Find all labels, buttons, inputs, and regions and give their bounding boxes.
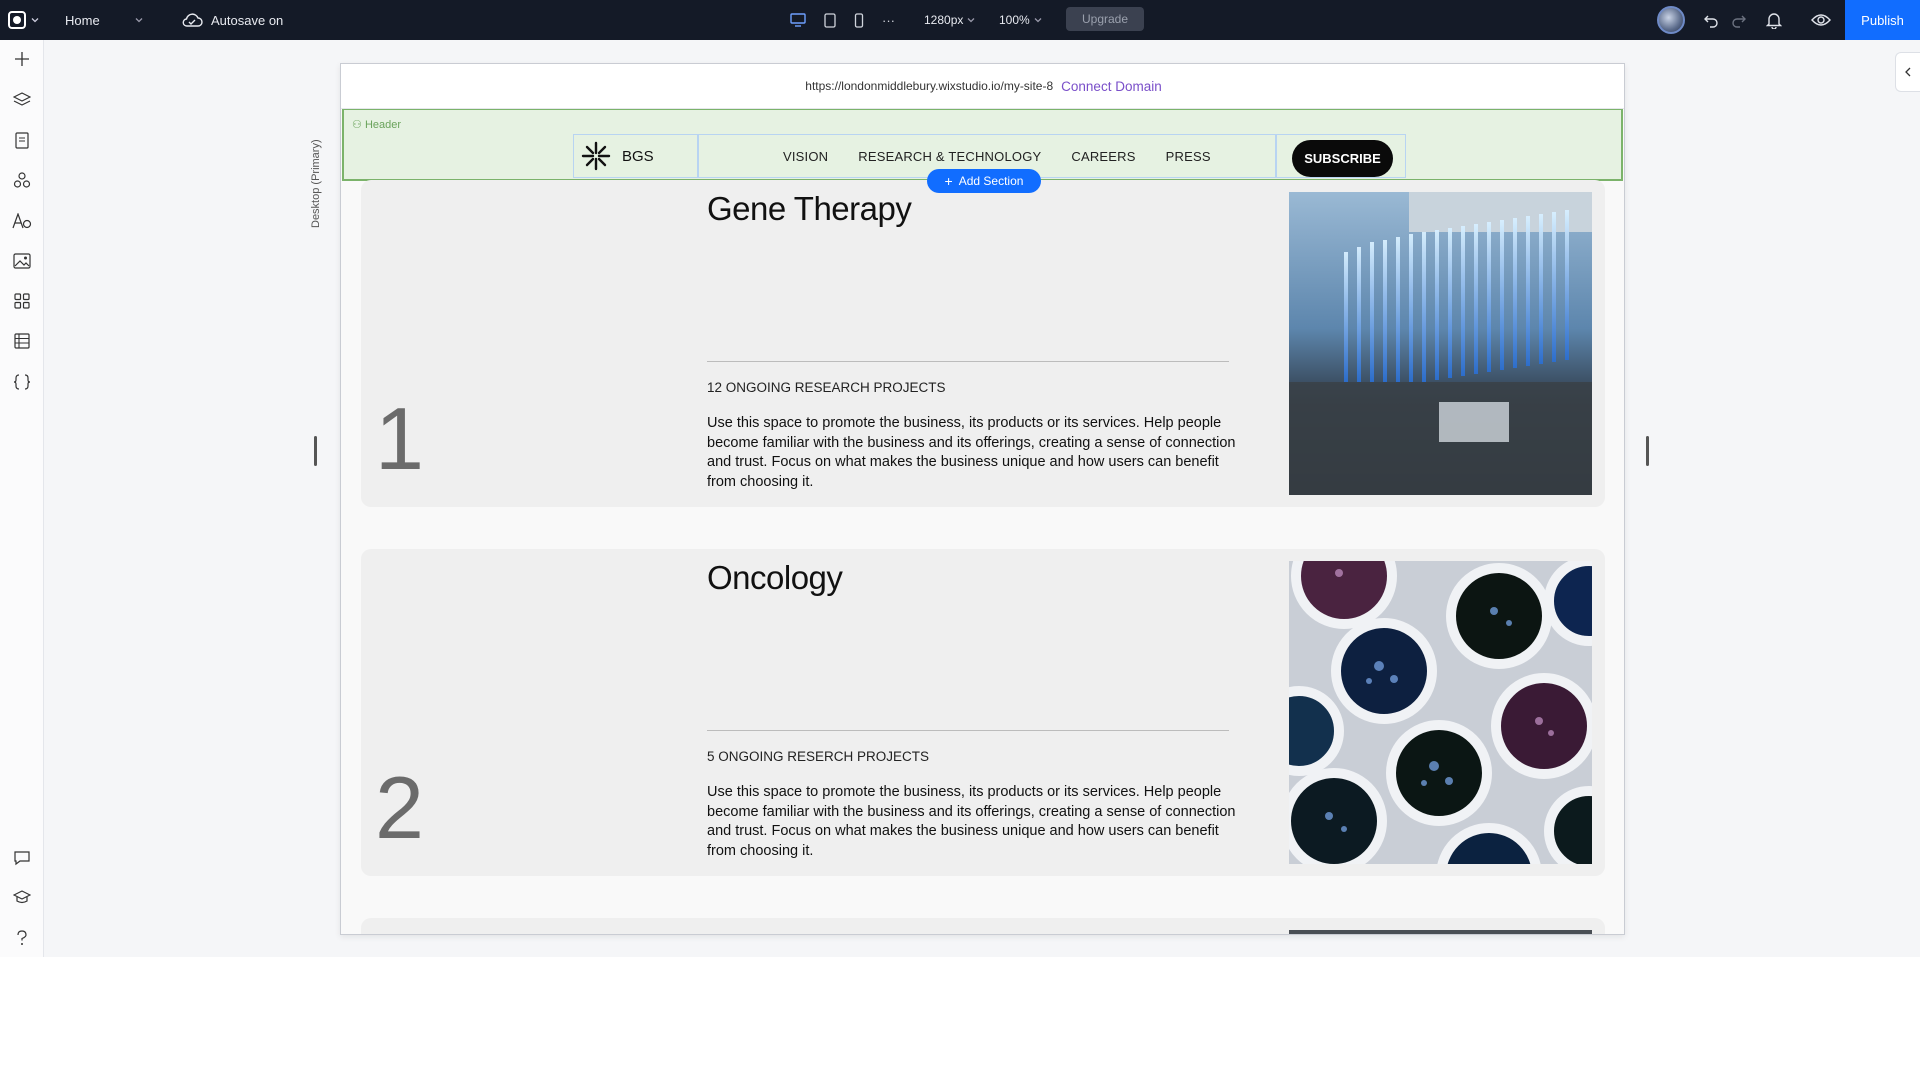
mobile-icon[interactable] [854, 12, 864, 28]
header-tag-label: Header [364, 119, 402, 131]
card-description: Use this space to promote the business, … [707, 415, 1236, 490]
comments-button[interactable] [9, 845, 35, 871]
cms-icon [14, 333, 30, 349]
right-panel-toggle[interactable] [1895, 52, 1920, 92]
site-url: https://londonmiddlebury.wixstudio.io/my… [805, 79, 1054, 93]
divider [707, 730, 1229, 731]
research-card[interactable]: 1 Gene Therapy 12 ONGOING RESEARCH PROJE… [361, 180, 1605, 507]
card-number: 1 [375, 389, 424, 488]
layers-icon [13, 92, 31, 106]
preview-icon [1811, 14, 1831, 26]
academy-button[interactable] [9, 885, 35, 911]
media-icon [13, 253, 31, 269]
page-selector[interactable]: Home [65, 0, 145, 40]
card-description: Use this space to promote the business, … [707, 784, 1236, 859]
gene-therapy-image[interactable] [1289, 192, 1592, 495]
components-button[interactable] [9, 167, 35, 193]
upgrade-button[interactable]: Upgrade [1066, 7, 1144, 31]
pages-icon [15, 131, 29, 149]
page-name: Home [65, 12, 100, 28]
components-icon [13, 172, 31, 188]
more-devices-button[interactable]: ··· [882, 13, 895, 28]
cms-button[interactable] [9, 328, 35, 354]
components-icon: ⚇ [352, 119, 362, 131]
nav-item-vision[interactable]: VISION [783, 149, 828, 164]
oncology-image[interactable] [1289, 561, 1592, 864]
code-button[interactable] [9, 369, 35, 395]
nav-item-research[interactable]: RESEARCH & TECHNOLOGY [858, 149, 1041, 164]
desktop-icon[interactable] [790, 13, 806, 27]
apps-icon [14, 293, 30, 309]
media-button[interactable] [9, 248, 35, 274]
chevron-down-icon [1034, 18, 1042, 23]
history-controls [1703, 0, 1747, 40]
text-theme-button[interactable] [9, 208, 35, 234]
autosave-status[interactable]: Autosave on [181, 0, 283, 40]
redo-icon[interactable] [1731, 12, 1747, 28]
card-title: Gene Therapy [707, 190, 912, 227]
site-url-bar: https://londonmiddlebury.wixstudio.io/my… [341, 64, 1624, 109]
zoom-selector[interactable]: 100% [999, 0, 1043, 40]
connect-domain-link[interactable]: Connect Domain [1061, 79, 1162, 94]
layers-button[interactable] [9, 87, 35, 113]
tablet-icon[interactable] [824, 12, 836, 28]
brand-name: BGS [622, 147, 654, 165]
text-theme-icon [12, 213, 32, 229]
code-icon [13, 374, 31, 390]
breakpoint-width-value: 1280px [924, 13, 964, 27]
zoom-value: 100% [999, 13, 1030, 27]
autosave-label: Autosave on [211, 12, 284, 28]
chevron-down-icon [967, 18, 975, 23]
site-logo[interactable]: BGS [574, 134, 698, 178]
device-switcher: ··· [790, 0, 895, 40]
site-frame[interactable]: https://londonmiddlebury.wixstudio.io/my… [340, 63, 1625, 935]
avatar[interactable] [1657, 6, 1685, 34]
academy-icon [13, 890, 31, 904]
wix-logo-menu[interactable] [8, 0, 40, 40]
add-section-button[interactable]: + Add Section [927, 169, 1041, 193]
publish-button[interactable]: Publish [1845, 0, 1920, 40]
add-icon [15, 52, 29, 66]
bell-icon [1766, 13, 1782, 29]
left-toolbar [0, 40, 44, 957]
chevron-down-icon [31, 18, 39, 23]
research-card[interactable]: 2 Oncology 5 ONGOING RESERCH PROJECTS Us… [361, 549, 1605, 876]
burst-logo-icon [581, 141, 611, 171]
header-tag[interactable]: ⚇ Header [352, 118, 401, 131]
undo-icon[interactable] [1703, 12, 1719, 28]
preview-button[interactable] [1811, 0, 1831, 40]
pages-button[interactable] [9, 127, 35, 153]
nav-item-press[interactable]: PRESS [1166, 149, 1211, 164]
apps-button[interactable] [9, 288, 35, 314]
chevron-left-icon [1905, 67, 1911, 77]
projects-count: 5 ONGOING RESERCH PROJECTS [707, 749, 930, 764]
add-elements-button[interactable] [9, 46, 35, 72]
breakpoint-label[interactable]: Desktop (Primary) [310, 108, 330, 228]
projects-count: 12 ONGOING RESEARCH PROJECTS [707, 380, 946, 395]
plus-icon: + [944, 173, 953, 189]
nav-item-careers[interactable]: CAREERS [1071, 149, 1135, 164]
card-image [1289, 930, 1592, 934]
add-section-label: Add Section [958, 174, 1024, 188]
left-resize-handle[interactable] [314, 436, 317, 466]
logo-icon [8, 11, 26, 29]
cloud-icon [182, 13, 203, 27]
below-canvas [0, 957, 1920, 1080]
subscribe-button[interactable]: SUBSCRIBE [1292, 140, 1393, 177]
help-button[interactable] [9, 925, 35, 951]
breakpoint-width[interactable]: 1280px [924, 0, 976, 40]
right-resize-handle[interactable] [1646, 436, 1649, 466]
help-icon [17, 930, 27, 945]
card-title: Oncology [707, 559, 843, 596]
research-card[interactable] [361, 918, 1605, 934]
notifications-button[interactable] [1766, 0, 1782, 40]
chevron-down-icon [135, 18, 143, 23]
comments-icon [14, 851, 30, 866]
card-number: 2 [375, 758, 424, 857]
divider [707, 361, 1229, 362]
top-bar: Home Autosave on ··· 1280px 100% Upgrade… [0, 0, 1920, 40]
